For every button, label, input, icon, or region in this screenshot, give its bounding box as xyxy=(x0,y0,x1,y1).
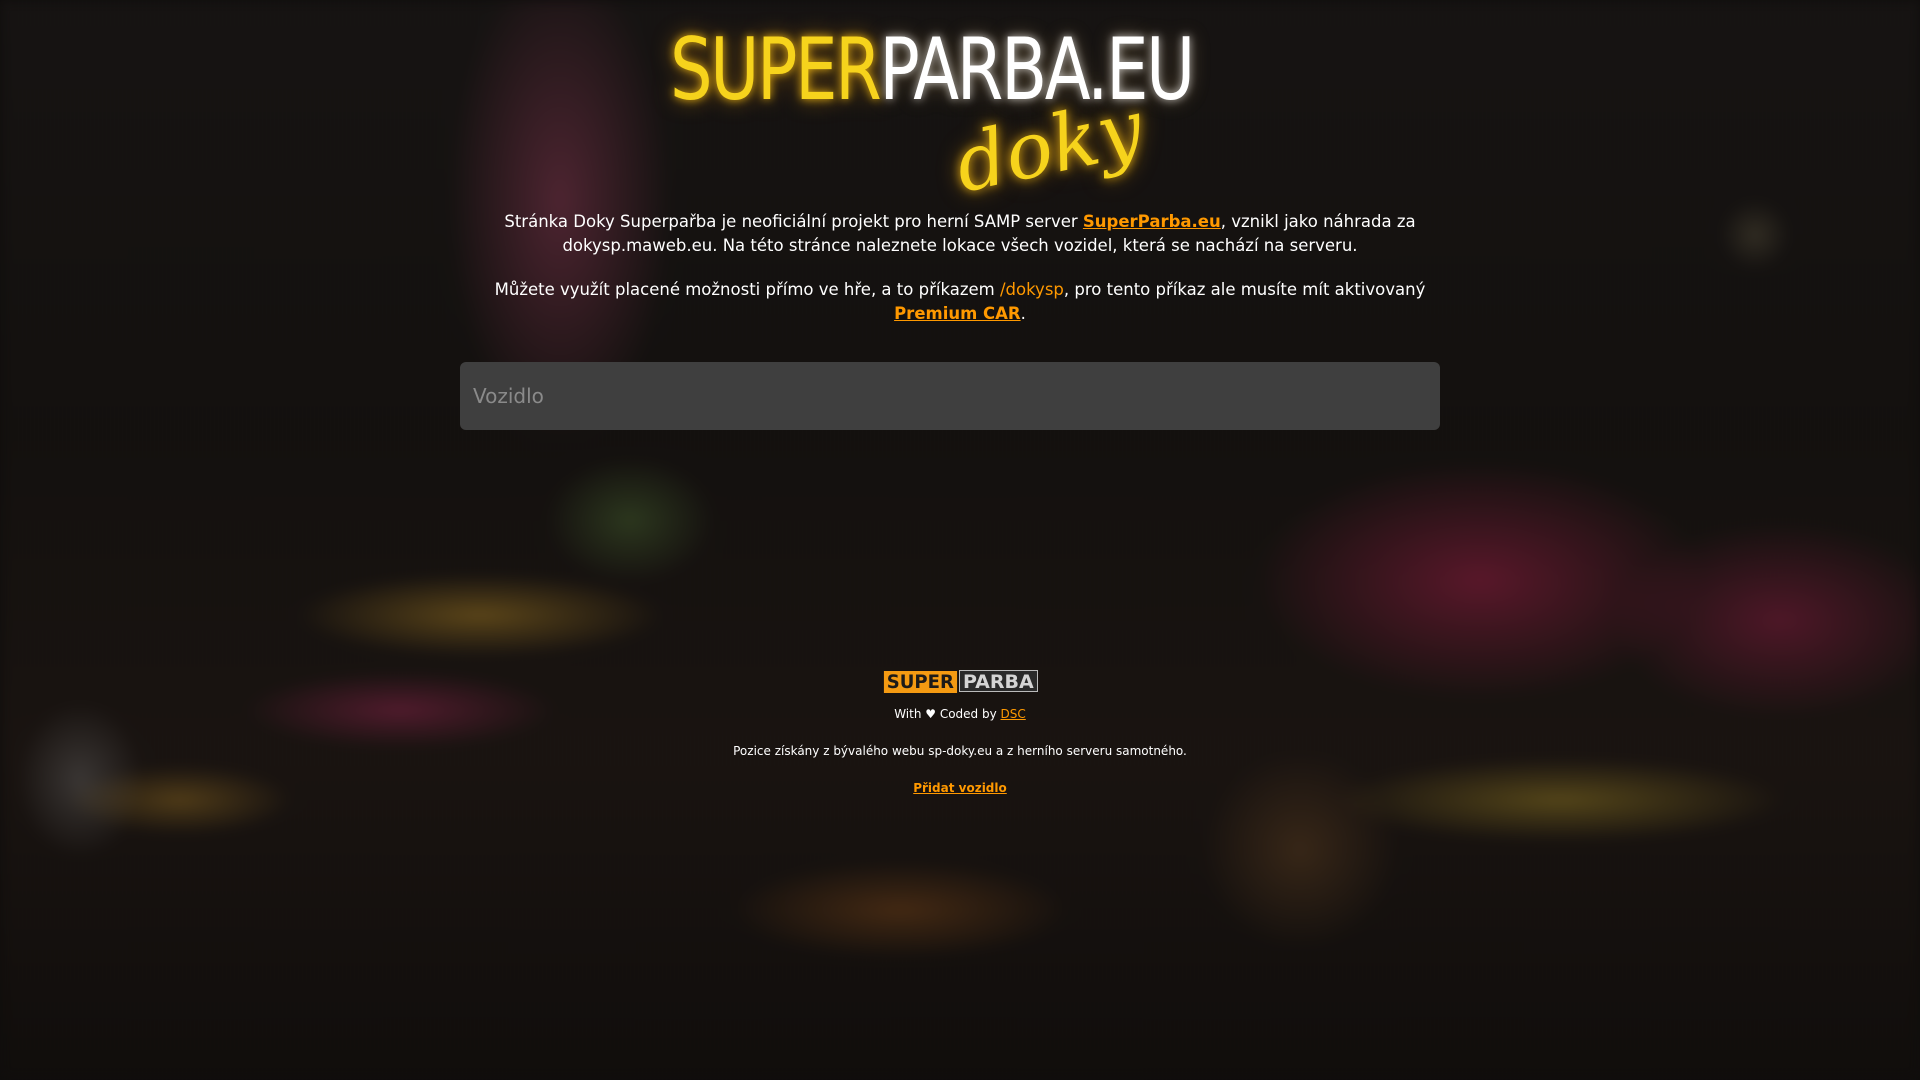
footer-credit: With ♥ Coded by DSC xyxy=(0,706,1920,722)
intro-paragraph-2: Můžete využít placené možnosti přímo ve … xyxy=(460,278,1460,326)
footer-logo-super: SUPER xyxy=(884,671,958,693)
footer-credit-text: With ♥ Coded by xyxy=(894,707,1001,721)
logo-super-text: SUPER xyxy=(670,20,882,120)
intro-text: Stránka Doky Superpařba je neoficiální p… xyxy=(460,210,1460,326)
intro-p1-before: Stránka Doky Superpařba je neoficiální p… xyxy=(504,212,1083,231)
dsc-link[interactable]: DSC xyxy=(1001,707,1026,721)
command-text: /dokysp xyxy=(999,280,1064,299)
footer-source-text: Pozice získány z bývalého webu sp-doky.e… xyxy=(733,744,1187,758)
vehicle-search-input[interactable] xyxy=(460,362,1440,430)
add-vehicle-link[interactable]: Přidat vozidlo xyxy=(913,781,1007,795)
footer-logo: SUPER PARBA xyxy=(882,670,1038,693)
footer-add-vehicle: Přidat vozidlo xyxy=(0,780,1920,796)
intro-p2-after: . xyxy=(1020,304,1026,323)
footer-logo-parba: PARBA xyxy=(958,670,1038,693)
content: SUPERPARBA.EU doky Stránka Doky Superpař… xyxy=(0,0,1920,1080)
intro-p2-middle: , pro tento příkaz ale musíte mít aktivo… xyxy=(1063,280,1426,299)
page: SUPERPARBA.EU doky Stránka Doky Superpař… xyxy=(0,0,1920,1080)
premium-car-link[interactable]: Premium CAR xyxy=(894,304,1021,323)
intro-paragraph-1: Stránka Doky Superpařba je neoficiální p… xyxy=(460,210,1460,258)
site-logo: SUPERPARBA.EU doky xyxy=(670,20,1240,211)
intro-p2-before: Můžete využít placené možnosti přímo ve … xyxy=(494,280,1000,299)
superparba-link[interactable]: SuperParba.eu xyxy=(1083,212,1221,231)
footer: SUPER PARBA With ♥ Coded by DSC Pozice zí… xyxy=(0,670,1920,796)
